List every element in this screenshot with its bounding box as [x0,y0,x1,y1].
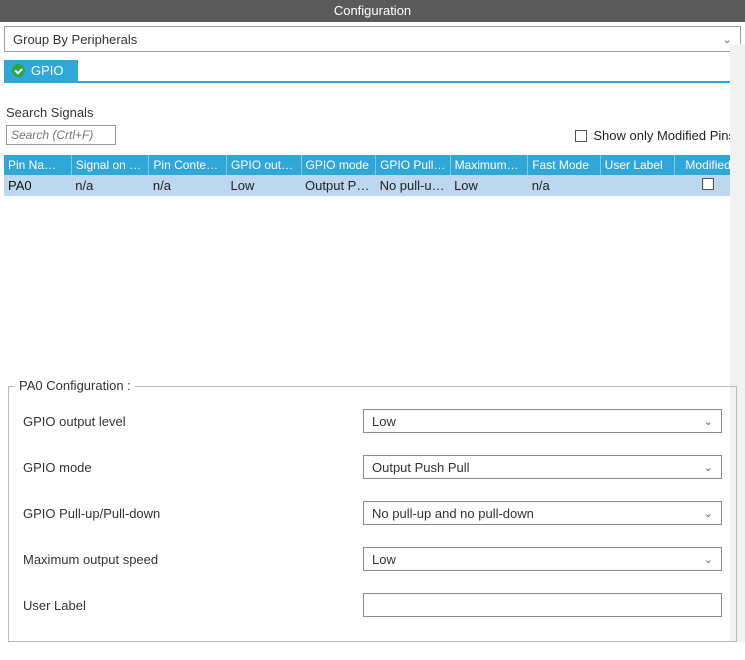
select-pull-value: No pull-up and no pull-down [372,506,534,521]
cell-signal: n/a [71,175,149,196]
label-user-label: User Label [23,598,363,613]
pin-config-panel: PA0 Configuration : GPIO output level Lo… [8,386,737,642]
select-output-level-value: Low [372,414,396,429]
checkbox-icon [702,178,714,190]
cell-user-label [600,175,675,196]
cell-gpio-pull: No pull-up… [376,175,451,196]
search-label: Search Signals [6,105,116,120]
chevron-down-icon: ⌄ [704,415,713,428]
sort-asc-icon: ▲ [58,161,67,171]
label-output-level: GPIO output level [23,414,363,429]
col-gpio-pull[interactable]: GPIO Pull… [376,155,451,175]
tab-row: GPIO [4,60,741,83]
cell-context: n/a [149,175,227,196]
select-gpio-mode[interactable]: Output Push Pull ⌄ [363,455,722,479]
label-gpio-mode: GPIO mode [23,460,363,475]
cell-gpio-mode: Output Pu… [301,175,376,196]
cell-gpio-out: Low [227,175,302,196]
cell-pin-name: PA0 [4,175,71,196]
select-max-speed-value: Low [372,552,396,567]
col-context[interactable]: Pin Conte… [149,155,227,175]
chevron-down-icon: ⌄ [704,553,713,566]
cell-fast: n/a [528,175,600,196]
tab-label: GPIO [31,63,64,78]
signals-table: Pin Na…▲ Signal on … Pin Conte… GPIO out… [4,155,741,196]
check-circle-icon [12,64,25,77]
tab-gpio[interactable]: GPIO [4,60,78,81]
group-by-select[interactable]: Group By Peripherals ⌄ [4,26,741,52]
label-pull: GPIO Pull-up/Pull-down [23,506,363,521]
input-user-label[interactable] [363,593,722,617]
group-by-value: Group By Peripherals [13,32,137,47]
chevron-down-icon: ⌄ [704,507,713,520]
col-user-label[interactable]: User Label [600,155,675,175]
col-max[interactable]: Maximum… [450,155,528,175]
select-pull[interactable]: No pull-up and no pull-down ⌄ [363,501,722,525]
table-header-row: Pin Na…▲ Signal on … Pin Conte… GPIO out… [4,155,741,175]
select-gpio-mode-value: Output Push Pull [372,460,470,475]
chevron-down-icon: ⌄ [704,461,713,474]
search-input[interactable] [6,125,116,145]
checkbox-icon [575,130,587,142]
show-modified-toggle[interactable]: Show only Modified Pins [575,128,735,143]
title-text: Configuration [334,3,411,18]
label-max-speed: Maximum output speed [23,552,363,567]
select-output-level[interactable]: Low ⌄ [363,409,722,433]
select-max-speed[interactable]: Low ⌄ [363,547,722,571]
title-bar: Configuration [0,0,745,22]
table-row[interactable]: PA0 n/a n/a Low Output Pu… No pull-up… L… [4,175,741,196]
cell-max: Low [450,175,528,196]
col-gpio-out[interactable]: GPIO out… [227,155,302,175]
spacer [4,196,741,386]
col-gpio-mode[interactable]: GPIO mode [301,155,376,175]
col-fast[interactable]: Fast Mode [528,155,600,175]
col-signal[interactable]: Signal on … [71,155,149,175]
pin-config-title: PA0 Configuration : [15,378,135,393]
show-modified-label: Show only Modified Pins [593,128,735,143]
col-pin-name[interactable]: Pin Na…▲ [4,155,71,175]
